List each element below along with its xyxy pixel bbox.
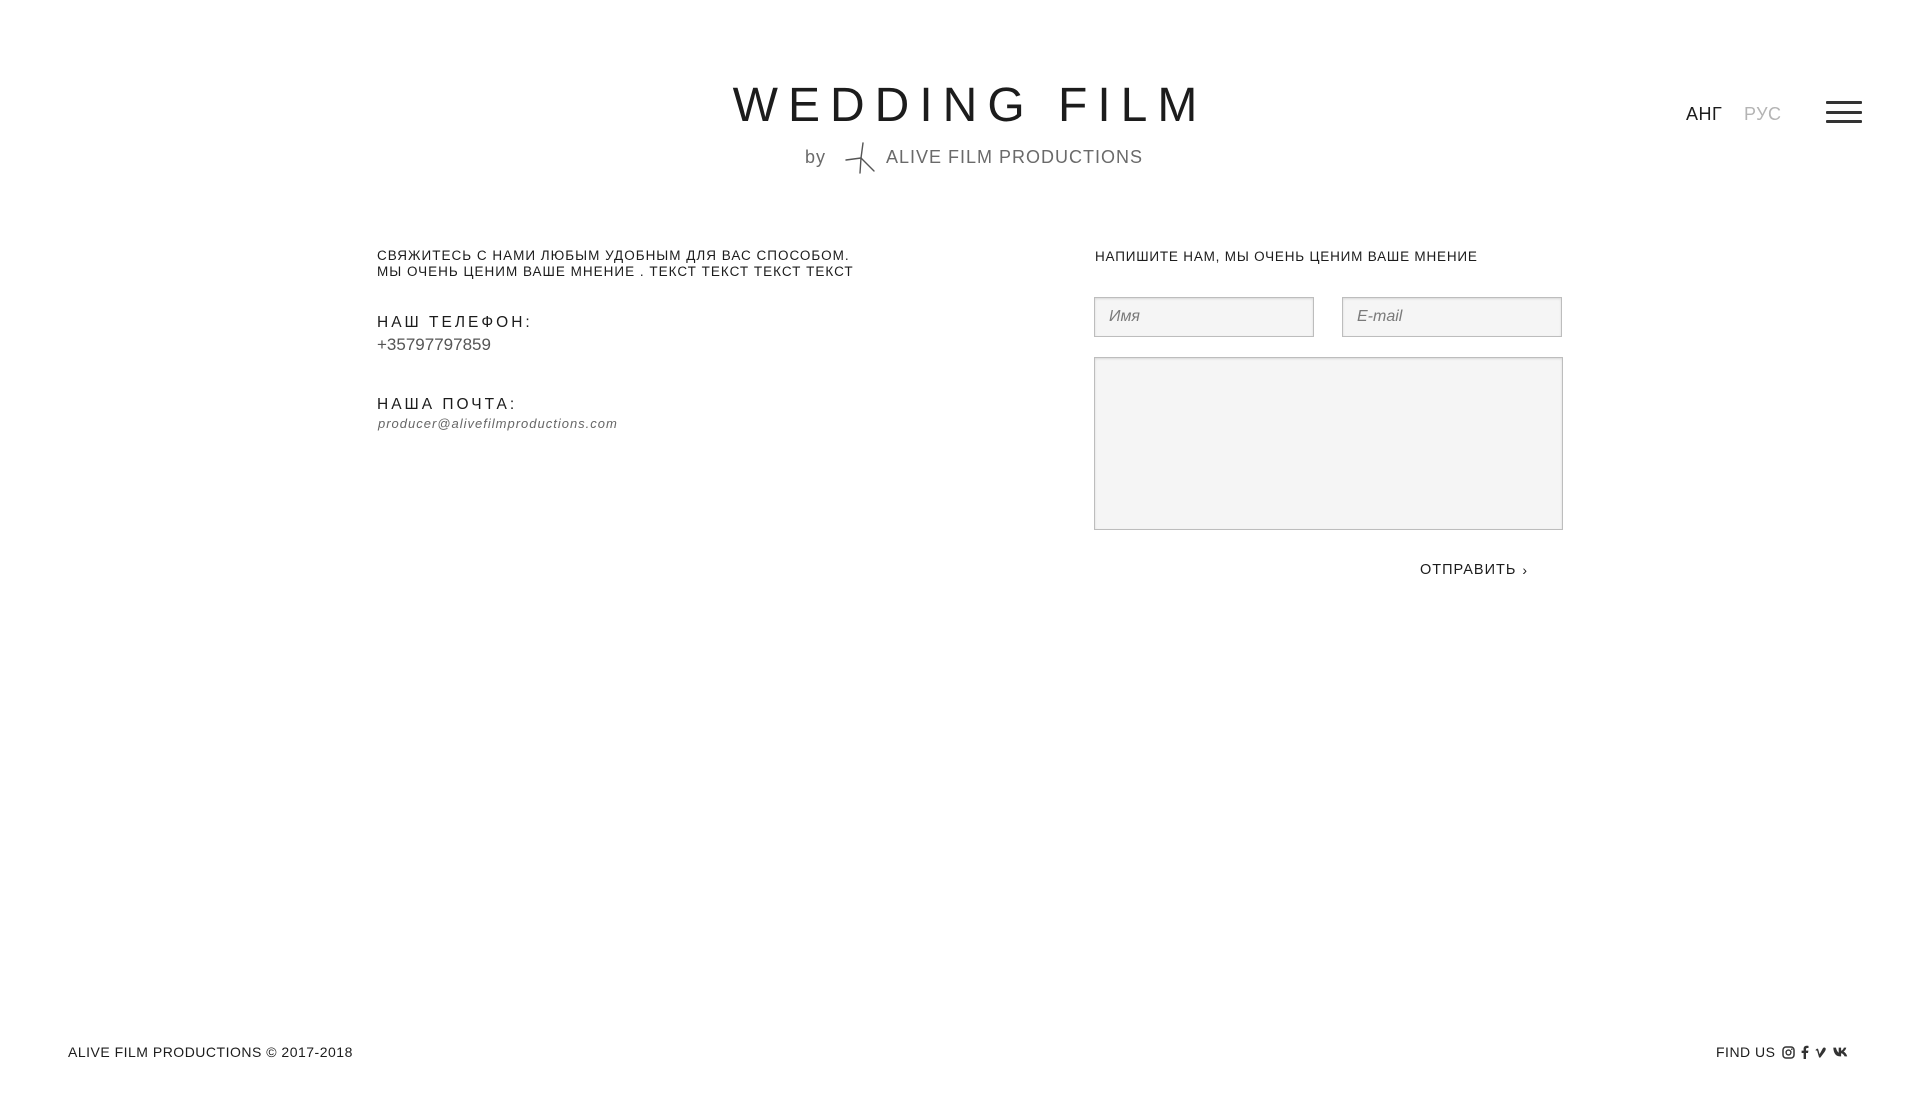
form-heading: НАПИШИТЕ НАМ, МЫ ОЧЕНЬ ЦЕНИМ ВАШЕ МНЕНИЕ — [1095, 249, 1478, 264]
submit-label: ОТПРАВИТЬ — [1420, 562, 1517, 578]
name-input[interactable] — [1094, 297, 1314, 337]
vk-icon[interactable] — [1832, 1047, 1851, 1057]
language-ru-link[interactable]: РУС — [1744, 104, 1782, 125]
contact-intro: СВЯЖИТЕСЬ С НАМИ ЛЮБЫМ УДОБНЫМ ДЛЯ ВАС С… — [377, 248, 854, 280]
instagram-icon[interactable] — [1781, 1045, 1795, 1059]
intro-line: СВЯЖИТЕСЬ С НАМИ ЛЮБЫМ УДОБНЫМ ДЛЯ ВАС С… — [377, 248, 850, 263]
brand-company-name: ALIVE FILM PRODUCTIONS — [886, 146, 1144, 167]
hamburger-menu-icon[interactable] — [1826, 101, 1862, 123]
social-links — [1781, 1045, 1851, 1059]
email-input[interactable] — [1342, 297, 1562, 337]
brand-by-text: by — [805, 146, 827, 167]
find-us: FIND US — [1716, 1044, 1851, 1060]
menu-line — [1826, 120, 1862, 123]
vimeo-icon[interactable] — [1815, 1047, 1827, 1058]
submit-button[interactable]: ОТПРАВИТЬ › — [1420, 562, 1528, 578]
facebook-icon[interactable] — [1801, 1045, 1809, 1059]
chevron-right-icon: › — [1522, 562, 1529, 578]
message-textarea[interactable] — [1094, 357, 1563, 530]
email-label: НАША ПОЧТА: — [377, 396, 518, 413]
windmill-logo-icon — [845, 142, 875, 174]
email-address[interactable]: producer@alivefilmproductions.com — [378, 416, 618, 431]
menu-line — [1826, 101, 1862, 104]
language-en-link[interactable]: АНГ — [1686, 104, 1722, 125]
brand-subtitle[interactable]: by ALIVE FILM PRODUCTIONS — [805, 140, 1143, 174]
copyright-text: ALIVE FILM PRODUCTIONS © 2017-2018 — [68, 1044, 353, 1060]
site-title[interactable]: WEDDING FILM — [0, 78, 1920, 133]
phone-label: НАШ ТЕЛЕФОН: — [377, 314, 533, 331]
intro-line: МЫ ОЧЕНЬ ЦЕНИМ ВАШЕ МНЕНИЕ . ТЕКСТ ТЕКСТ… — [377, 264, 854, 279]
menu-line — [1826, 110, 1862, 114]
find-us-label: FIND US — [1716, 1044, 1776, 1060]
contact-page: WEDDING FILM by ALIVE FILM PRODUCTIONS А… — [0, 0, 1920, 1094]
phone-number[interactable]: +35797797859 — [377, 335, 491, 355]
